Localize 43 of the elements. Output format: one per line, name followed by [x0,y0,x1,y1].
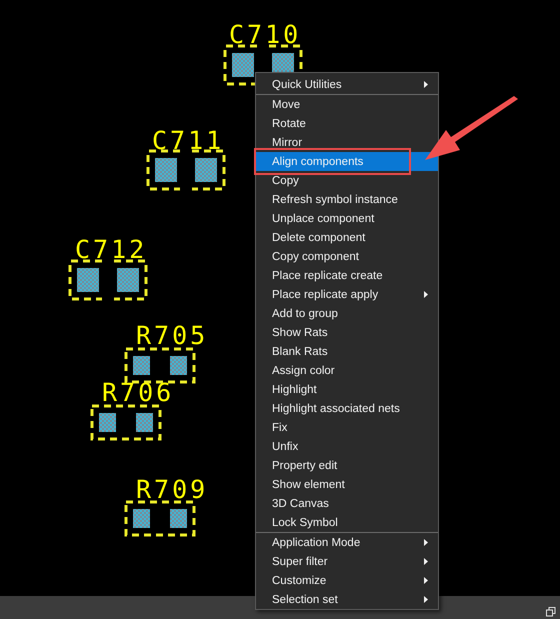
menu-item[interactable]: Application Mode [256,533,438,552]
submenu-caret-icon [424,577,428,584]
menu-item[interactable]: Place replicate apply [256,285,438,304]
menu-item[interactable]: Rotate [256,114,438,133]
menu-item[interactable]: Selection set [256,590,438,609]
menu-item[interactable]: Unfix [256,437,438,456]
menu-item[interactable]: Customize [256,571,438,590]
menu-item[interactable]: Blank Rats [256,342,438,361]
reference-label: C712 [75,237,148,262]
menu-item[interactable]: Delete component [256,228,438,247]
submenu-caret-icon [424,596,428,603]
menu-item[interactable]: Move [256,95,438,114]
footprint-drawing [124,347,196,384]
menu-item[interactable]: Unplace component [256,209,438,228]
submenu-caret-icon [424,291,428,298]
submenu-caret-icon [424,558,428,565]
reference-label: C711 [152,128,224,153]
menu-item[interactable]: Place replicate create [256,266,438,285]
menu-item[interactable]: Copy [256,171,438,190]
menu-item[interactable]: Copy component [256,247,438,266]
reference-label: R706 [102,380,174,405]
menu-item[interactable]: Property edit [256,456,438,475]
menu-item[interactable]: Lock Symbol [256,513,438,532]
menu-item[interactable]: Highlight [256,380,438,399]
menu-item[interactable]: Show element [256,475,438,494]
menu-item[interactable]: Quick Utilities [256,75,438,94]
reference-label: R705 [136,323,208,348]
menu-item[interactable]: Add to group [256,304,438,323]
reference-label: R709 [136,477,208,502]
menu-item[interactable]: Mirror [256,133,438,152]
menu-item[interactable]: Fix [256,418,438,437]
menu-item[interactable]: Refresh symbol instance [256,190,438,209]
menu-item[interactable]: Highlight associated nets [256,399,438,418]
submenu-caret-icon [424,539,428,546]
submenu-caret-icon [424,81,428,88]
restore-window-icon[interactable] [546,607,556,617]
menu-item[interactable]: 3D Canvas [256,494,438,513]
reference-label: C710 [229,22,302,47]
menu-item[interactable]: Show Rats [256,323,438,342]
footprint-drawing [124,500,196,537]
menu-item[interactable]: Super filter [256,552,438,571]
footprint-drawing [90,404,162,441]
menu-item[interactable]: Assign color [256,361,438,380]
